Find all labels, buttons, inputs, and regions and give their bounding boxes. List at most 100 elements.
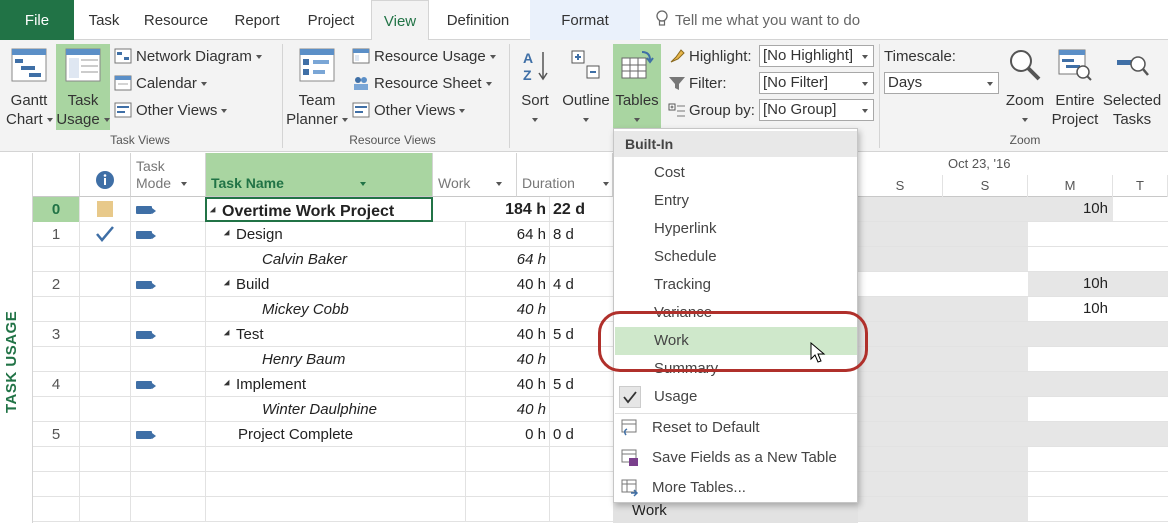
timescale-day: M (1028, 175, 1113, 197)
task-name-cell[interactable]: Build (206, 272, 466, 297)
tell-me-box[interactable]: Tell me what you want to do (655, 0, 860, 40)
table-row[interactable]: Calvin Baker 64 h (33, 247, 1168, 272)
tab-resource[interactable]: Resource (140, 0, 212, 40)
table-row[interactable]: 5 Project Complete 0 h 0 d (33, 422, 1168, 447)
task-name-cell[interactable]: Project Complete (206, 422, 466, 447)
sort-label: Sort (521, 92, 549, 109)
table-row[interactable]: Mickey Cobb 40 h (33, 297, 1168, 322)
table-row[interactable] (33, 447, 1168, 472)
tab-task[interactable]: Task (80, 0, 128, 40)
lightbulb-icon (656, 10, 668, 26)
filter-icon (669, 77, 685, 90)
tab-format[interactable]: Format (530, 0, 640, 40)
tab-view[interactable]: View (371, 0, 429, 41)
ribbon-tabs: File Task Resource Report Project View D… (0, 0, 1168, 41)
calendar-icon (114, 75, 132, 91)
reset-to-default-command[interactable]: Reset to Default (615, 414, 857, 442)
row-id: 1 (33, 222, 80, 247)
zoom-group-label: Zoom (1009, 133, 1041, 147)
gantt-chart-button[interactable]: Gantt Chart (6, 48, 53, 129)
menu-item-hyperlink[interactable]: Hyperlink (615, 215, 857, 243)
table-row[interactable] (33, 497, 1168, 522)
timescale-select[interactable]: Days (884, 72, 999, 94)
zoom-button[interactable]: Zoom (1002, 48, 1048, 129)
work-cell: 40 h (466, 372, 550, 397)
table-row[interactable]: 1 Design 64 h 8 d (33, 222, 1168, 247)
table-row[interactable]: 4 Implement 40 h 5 d (33, 372, 1168, 397)
column-header-work[interactable]: Work (433, 153, 517, 197)
filter-select[interactable]: [No Filter] (759, 72, 874, 94)
assignment-name-cell[interactable]: Henry Baum (206, 347, 466, 372)
row-id: 4 (33, 372, 80, 397)
timescale-day: T (1113, 175, 1168, 197)
tab-report[interactable]: Report (224, 0, 290, 40)
menu-item-tracking[interactable]: Tracking (615, 271, 857, 299)
tab-file[interactable]: File (0, 0, 74, 40)
other-views-button[interactable]: Other Views (114, 102, 228, 119)
task-usage-icon (65, 48, 101, 82)
timescale-day: S (858, 175, 943, 197)
team-planner-button[interactable]: Team Planner (286, 48, 348, 129)
column-header-duration[interactable]: Duration (517, 153, 613, 197)
task-usage-button[interactable]: Task Usage (56, 44, 110, 130)
menu-item-schedule[interactable]: Schedule (615, 243, 857, 271)
column-header-task-mode[interactable]: Task Mode (131, 153, 206, 197)
tab-project[interactable]: Project (300, 0, 362, 40)
task-name-cell[interactable]: Implement (206, 372, 466, 397)
auto-schedule-icon (136, 431, 156, 439)
task-name-cell[interactable]: Test (206, 322, 466, 347)
network-diagram-icon (114, 48, 132, 64)
table-row[interactable] (33, 472, 1168, 497)
row-id: 0 (33, 197, 80, 222)
calendar-button[interactable]: Calendar (114, 75, 207, 92)
gantt-chart-label-1: Gantt (10, 92, 48, 109)
group-separator (879, 44, 880, 148)
work-cell: 40 h (466, 297, 550, 322)
column-header-task-name[interactable]: Task Name (206, 153, 433, 197)
assignment-name-cell[interactable]: Calvin Baker (206, 247, 466, 272)
highlight-select[interactable]: [No Highlight] (759, 45, 874, 67)
table-row[interactable]: 2 Build 40 h 4 d (33, 272, 1168, 297)
table-row[interactable]: 0 Overtime Work Project 184 h 22 d (33, 197, 1168, 222)
row-id: 5 (33, 422, 80, 447)
task-usage-grid: TASK USAGE Task Mode Task Name Work Dura… (0, 153, 1168, 523)
tables-button[interactable]: Tables (613, 44, 661, 130)
checkmark-icon (96, 226, 114, 242)
table-row[interactable]: Winter Daulphine 40 h (33, 397, 1168, 422)
resource-sheet-button[interactable]: Resource Sheet (352, 75, 492, 92)
other-views-2-button[interactable]: Other Views (352, 102, 466, 119)
info-icon (96, 171, 114, 189)
svg-text:Z: Z (523, 67, 532, 82)
task-name-cell[interactable]: Design (206, 222, 466, 247)
assignment-name-cell[interactable]: Mickey Cobb (206, 297, 466, 322)
collapse-triangle-icon (223, 229, 233, 239)
timescale-date-label: Oct 23, '16 (948, 156, 1011, 171)
auto-schedule-icon (136, 206, 156, 214)
sort-button[interactable]: AZ Sort (513, 48, 557, 129)
work-cell: 0 h (466, 422, 550, 447)
entire-project-label-2: Project (1051, 111, 1099, 128)
menu-item-cost[interactable]: Cost (615, 159, 857, 187)
outline-button[interactable]: Outline (561, 48, 611, 129)
collapse-triangle-icon (209, 206, 219, 216)
menu-item-entry[interactable]: Entry (615, 187, 857, 215)
group-by-label: Group by: (668, 102, 755, 119)
save-fields-command[interactable]: Save Fields as a New Table (615, 444, 857, 472)
tab-definition[interactable]: Definition (436, 0, 520, 40)
work-cell: 40 h (466, 272, 550, 297)
task-name-cell[interactable]: Overtime Work Project (205, 197, 433, 222)
group-by-select[interactable]: [No Group] (759, 99, 874, 121)
team-planner-label-1: Team (298, 92, 336, 109)
more-tables-command[interactable]: More Tables... (615, 474, 857, 502)
resource-usage-button[interactable]: Resource Usage (352, 48, 496, 65)
task-usage-label-1: Task (67, 92, 99, 109)
menu-item-usage[interactable]: Usage (615, 383, 857, 411)
column-header-info[interactable] (80, 153, 131, 197)
assignment-name-cell[interactable]: Winter Daulphine (206, 397, 466, 422)
entire-project-button[interactable]: Entire Project (1050, 48, 1100, 129)
network-diagram-button[interactable]: Network Diagram (114, 48, 262, 65)
column-header-id[interactable] (33, 153, 80, 197)
collapse-triangle-icon (223, 279, 233, 289)
tell-me-text: Tell me what you want to do (675, 12, 861, 29)
selected-tasks-button[interactable]: Selected Tasks (1102, 48, 1162, 129)
